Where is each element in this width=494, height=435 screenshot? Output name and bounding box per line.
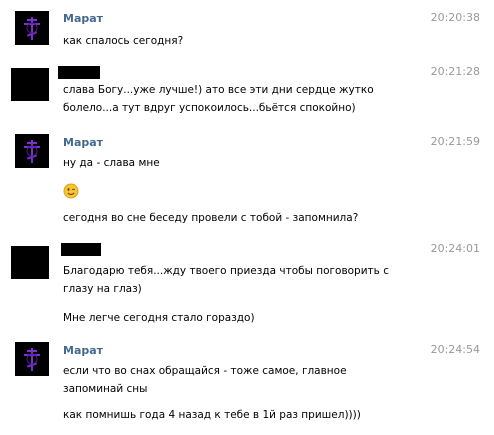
orthodox-cross-icon (24, 348, 40, 371)
message-text-line: глазу на глаз) (63, 283, 142, 295)
message-text-line: сегодня во сне беседу провели с тобой - … (63, 212, 359, 224)
message-text-line: слава Богу...уже лучше!) ато все эти дни… (63, 84, 374, 96)
message-time: 20:20:38 (430, 11, 480, 24)
author-name[interactable]: Марат (63, 136, 103, 150)
message-time: 20:24:54 (430, 343, 480, 356)
wink-emoji-icon (63, 183, 79, 199)
message-text-line: ну да - слава мне (63, 157, 160, 169)
message-text-line: как помнишь года 4 назад к тебе в 1й раз… (63, 409, 361, 421)
orthodox-cross-icon (24, 17, 40, 40)
message-time: 20:21:59 (430, 135, 480, 148)
avatar[interactable] (15, 342, 49, 376)
redacted-author-name (61, 243, 101, 256)
avatar[interactable] (11, 246, 49, 279)
message-time: 20:21:28 (430, 65, 480, 78)
avatar[interactable] (11, 68, 49, 101)
message-text-line: Мне легче сегодня стало гораздо) (63, 312, 255, 324)
message-text: как спалось сегодня? (63, 35, 184, 47)
message-text-line: если что во снах обращайся - тоже самое,… (63, 365, 347, 377)
orthodox-cross-icon (24, 140, 40, 163)
message-text-line: Благодарю тебя...жду твоего приезда чтоб… (63, 265, 389, 277)
redacted-author-name (58, 66, 100, 79)
message-text-line: болело...а тут вдруг успокоилось...бьётс… (63, 102, 356, 114)
message-text-line: запоминай сны (63, 383, 148, 395)
author-name[interactable]: Марат (63, 12, 103, 26)
avatar[interactable] (15, 11, 49, 45)
message-time: 20:24:01 (430, 242, 480, 255)
avatar[interactable] (15, 134, 49, 168)
author-name[interactable]: Марат (63, 344, 103, 358)
